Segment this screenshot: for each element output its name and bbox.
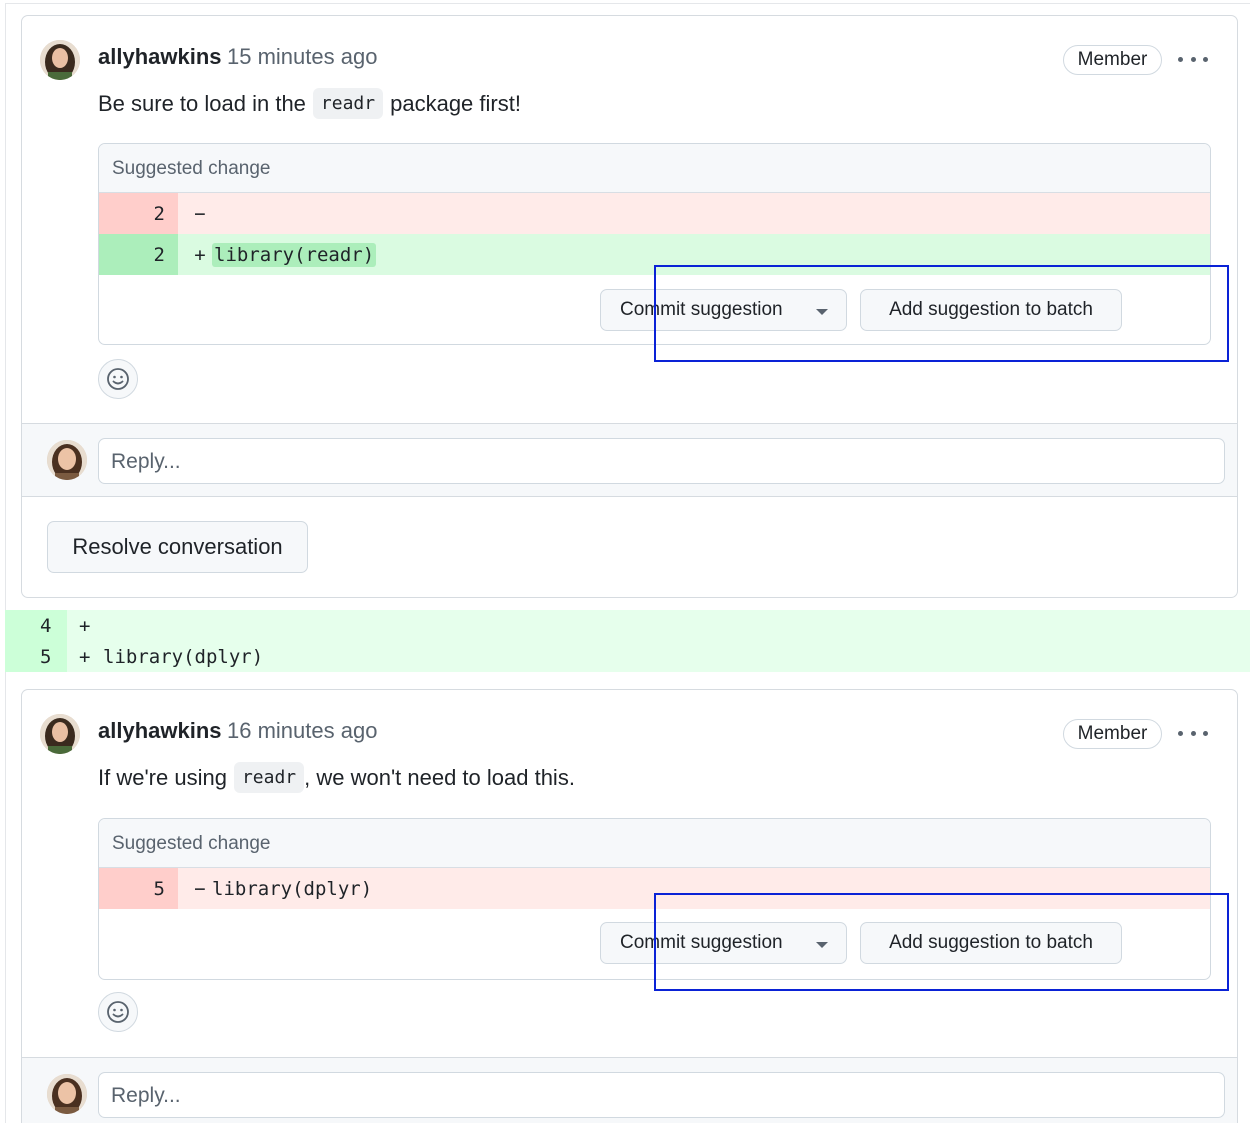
avatar[interactable] [40,714,80,754]
member-badge: Member [1063,719,1162,749]
avatar [47,1074,87,1114]
diff-sign: + [194,243,206,266]
annotation-highlight-box [654,265,1229,362]
comment-author[interactable]: allyhawkins [98,718,222,744]
line-number[interactable]: 4 [5,610,67,641]
diff-sign: − [194,202,206,225]
comment-body: If we're using readr , we won't need to … [98,762,575,793]
avatar [47,440,87,480]
diff-lines: 4 + 5 + library(dplyr) [5,610,1250,672]
diff-addition-row: 4 + [5,610,1250,641]
line-number: 2 [99,193,178,234]
smiley-icon[interactable] [98,992,138,1032]
diff-code: library(dplyr) [103,645,264,668]
diff-deletion-row: 2 − [99,193,1210,234]
inline-code: readr [312,88,384,119]
kebab-icon[interactable] [1178,52,1208,66]
diff-addition-row: 5 + library(dplyr) [5,641,1250,672]
comment-text: , we won't need to load this. [304,764,575,790]
diff-code: library(readr) [212,242,377,267]
avatar[interactable] [40,40,80,80]
line-number: 5 [99,868,178,909]
comment-timestamp[interactable]: 16 minutes ago [227,718,377,744]
kebab-icon[interactable] [1178,726,1208,740]
smiley-icon[interactable] [98,359,138,399]
comment-timestamp[interactable]: 15 minutes ago [227,44,377,70]
comment-text: Be sure to load in the [98,90,306,116]
suggested-change-header: Suggested change [99,144,1210,193]
line-number[interactable]: 5 [5,641,67,672]
outer-border-top [5,3,1250,4]
annotation-highlight-box [654,893,1229,991]
diff-code: library(dplyr) [212,877,373,900]
reply-input[interactable]: Reply... [98,1072,1225,1118]
member-badge: Member [1063,45,1162,75]
comment-text: package first! [390,90,521,116]
inline-code: readr [233,762,305,793]
outer-border-left [5,3,6,1123]
reply-input[interactable]: Reply... [98,438,1225,484]
resolve-conversation-button[interactable]: Resolve conversation [47,521,308,573]
comment-text: If we're using [98,764,227,790]
line-number: 2 [99,234,178,275]
diff-sign: + [79,645,91,668]
suggested-change-header: Suggested change [99,819,1210,868]
reply-area: Reply... [22,1057,1237,1123]
reply-area: Reply... [22,423,1237,497]
diff-sign: − [194,877,206,900]
diff-sign: + [79,614,91,637]
comment-author[interactable]: allyhawkins [98,44,222,70]
comment-body: Be sure to load in the readr package fir… [98,88,521,119]
